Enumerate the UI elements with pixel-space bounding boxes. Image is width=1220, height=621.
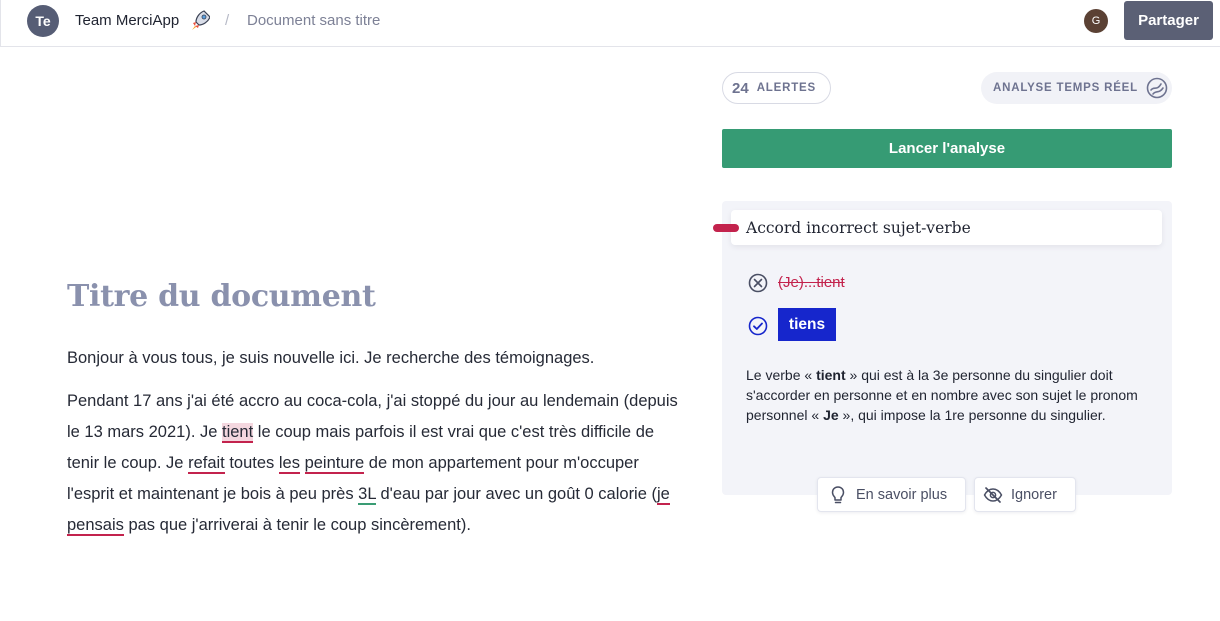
text-segment: pas que j'arriverai à tenir le coup sinc… [123, 516, 471, 534]
document-title-breadcrumb[interactable]: Document sans titre [247, 12, 380, 29]
ignore-button[interactable]: Ignorer [974, 477, 1076, 512]
run-analysis-button[interactable]: Lancer l'analyse [722, 129, 1172, 168]
explanation-emphasis: Je [823, 407, 839, 423]
suggestion-button[interactable]: tiens [778, 308, 836, 341]
paragraph[interactable]: Pendant 17 ans j'ai été accro au coca-co… [67, 386, 687, 541]
document-heading[interactable]: Titre du document [67, 279, 376, 314]
paragraph[interactable]: Bonjour à vous tous, je suis nouvelle ic… [67, 343, 687, 374]
error-highlight[interactable]: les [278, 454, 300, 474]
rocket-icon [192, 10, 210, 30]
text-segment: toutes [224, 454, 279, 472]
error-flag-marker [713, 224, 739, 232]
text-segment [300, 454, 305, 472]
realtime-analysis-label: ANALYSE TEMPS RÉEL [993, 82, 1138, 94]
realtime-analysis-toggle[interactable]: ANALYSE TEMPS RÉEL [981, 72, 1172, 104]
lightbulb-icon [831, 485, 845, 503]
user-avatar[interactable]: G [1084, 9, 1108, 33]
alerts-count: 24 [732, 79, 749, 97]
realtime-analysis-icon [1146, 77, 1168, 99]
close-circle-icon [748, 273, 768, 293]
eye-off-icon [983, 486, 1003, 503]
style-highlight[interactable]: 3L [358, 485, 376, 505]
share-button[interactable]: Partager [1124, 1, 1213, 40]
check-circle-icon [748, 316, 768, 336]
explanation-text: Le verbe « [746, 367, 817, 383]
breadcrumb-separator: / [225, 12, 230, 29]
active-error-highlight[interactable]: tient [222, 423, 254, 443]
team-name[interactable]: Team MerciApp [75, 12, 179, 29]
top-bar: Te Team MerciApp / Document sans titre G… [0, 0, 1220, 47]
learn-more-label: En savoir plus [856, 486, 948, 503]
text-segment: d'eau par jour avec un goût 0 calorie ( [375, 485, 657, 503]
team-avatar[interactable]: Te [27, 5, 59, 37]
alerts-label: ALERTES [756, 82, 816, 94]
ignore-label: Ignorer [1011, 486, 1057, 503]
alert-card [722, 201, 1172, 495]
explanation-emphasis: tient [816, 367, 846, 383]
alerts-counter[interactable]: 24 ALERTES [722, 72, 831, 104]
explanation-text: », qui impose la 1re personne du singuli… [838, 407, 1106, 423]
error-highlight[interactable]: peinture [304, 454, 365, 474]
error-highlight[interactable]: refait [188, 454, 225, 474]
editor-body[interactable]: Bonjour à vous tous, je suis nouvelle ic… [67, 343, 687, 553]
learn-more-button[interactable]: En savoir plus [817, 477, 966, 512]
alert-title: Accord incorrect sujet-verbe [746, 219, 971, 237]
incorrect-text: (Je)...tient [778, 274, 845, 291]
alert-explanation: Le verbe « tient » qui est à la 3e perso… [746, 365, 1146, 425]
